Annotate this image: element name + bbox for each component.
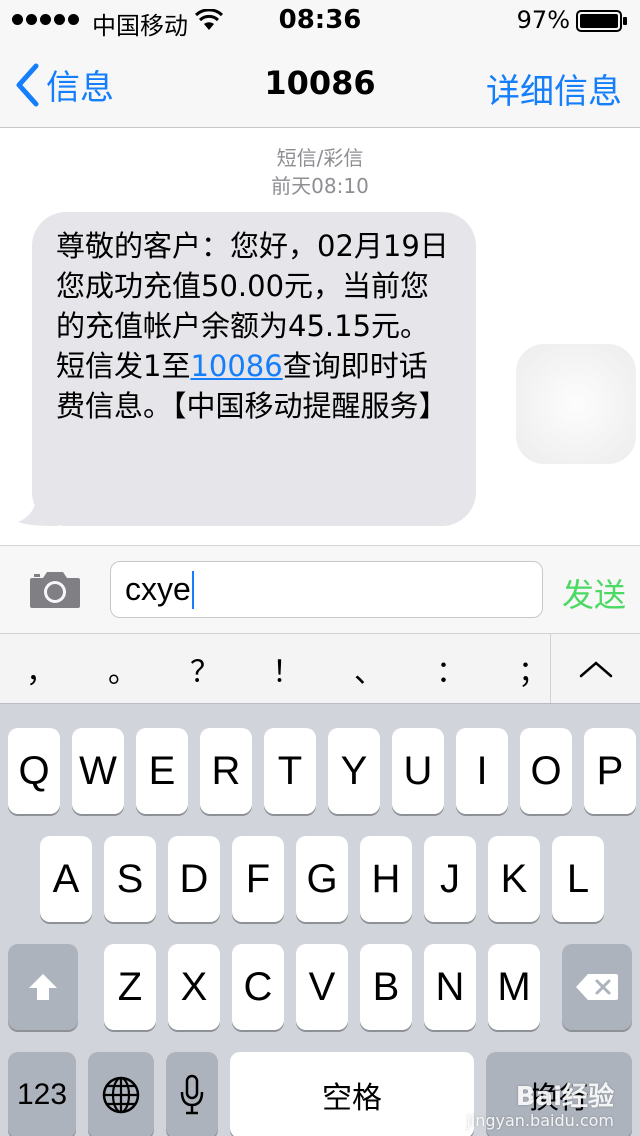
- shift-icon: [29, 974, 57, 1000]
- globe-icon: [102, 1076, 140, 1114]
- key-p[interactable]: P: [584, 728, 636, 814]
- phone-number-link[interactable]: 10086: [190, 349, 282, 383]
- key-l[interactable]: L: [552, 836, 604, 922]
- back-button-label: 信息: [46, 68, 114, 108]
- status-bar: 中国移动 08:36 97%: [0, 0, 640, 40]
- blurred-overlay: [516, 344, 636, 464]
- key-c[interactable]: C: [232, 944, 284, 1030]
- key-j[interactable]: J: [424, 836, 476, 922]
- delete-key[interactable]: [562, 944, 632, 1030]
- key-q[interactable]: Q: [8, 728, 60, 814]
- key-e[interactable]: E: [136, 728, 188, 814]
- watermark-logo-2: 经验: [561, 1082, 614, 1112]
- key-y[interactable]: Y: [328, 728, 380, 814]
- chevron-up-icon: [579, 661, 612, 678]
- message-bubble: 尊敬的客户：您好，02月19日您成功充值50.00元，当前您的充值帐户余额为45…: [32, 212, 476, 526]
- back-button[interactable]: 信息: [14, 60, 114, 109]
- message-timestamp: 前天08:10: [271, 174, 369, 198]
- punct-colon-key[interactable]: ：: [410, 634, 492, 704]
- send-button[interactable]: 发送: [562, 570, 626, 616]
- key-a[interactable]: A: [40, 836, 92, 922]
- key-t[interactable]: T: [264, 728, 316, 814]
- message-thread[interactable]: 短信/彩信 前天08:10 尊敬的客户：您好，02月19日您成功充值50.00元…: [0, 128, 640, 545]
- navigation-bar: 信息 10086 详细信息: [0, 40, 640, 128]
- key-s[interactable]: S: [104, 836, 156, 922]
- key-d[interactable]: D: [168, 836, 220, 922]
- message-input[interactable]: cxye: [110, 561, 543, 618]
- incoming-message[interactable]: 尊敬的客户：您好，02月19日您成功充值50.00元，当前您的充值帐户余额为45…: [18, 212, 478, 526]
- dictation-key[interactable]: [166, 1052, 218, 1136]
- watermark-url: jingyan.baidu.com: [466, 1111, 614, 1130]
- watermark-logo: Bai: [515, 1082, 562, 1112]
- details-button[interactable]: 详细信息: [486, 64, 622, 113]
- shift-key[interactable]: [8, 944, 78, 1030]
- expand-punctuation-button[interactable]: [550, 634, 640, 704]
- keyboard: Q W E R T Y U I O P A S D F G H J K L Z …: [0, 703, 640, 1136]
- compose-bar: cxye 发送: [0, 545, 640, 633]
- watermark: Bai经验 jingyan.baidu.com: [466, 1082, 614, 1130]
- key-f[interactable]: F: [232, 836, 284, 922]
- key-r[interactable]: R: [200, 728, 252, 814]
- punct-comma-key[interactable]: ，: [0, 634, 82, 704]
- microphone-icon: [180, 1074, 204, 1115]
- globe-key[interactable]: [88, 1052, 154, 1136]
- key-u[interactable]: U: [392, 728, 444, 814]
- back-chevron-icon: [16, 63, 39, 106]
- key-g[interactable]: G: [296, 836, 348, 922]
- battery-icon: [576, 10, 627, 32]
- key-w[interactable]: W: [72, 728, 124, 814]
- space-key[interactable]: 空格: [230, 1052, 474, 1136]
- punctuation-row: ， 。 ？ ！ 、 ： ；: [0, 633, 640, 704]
- delete-icon: [576, 974, 618, 1000]
- punct-exclamation-key[interactable]: ！: [246, 634, 328, 704]
- key-b[interactable]: B: [360, 944, 412, 1030]
- camera-icon[interactable]: [28, 568, 82, 610]
- key-k[interactable]: K: [488, 836, 540, 922]
- punct-enum-comma-key[interactable]: 、: [328, 634, 410, 704]
- key-x[interactable]: X: [168, 944, 220, 1030]
- text-cursor: [191, 570, 194, 609]
- message-input-value: cxye: [125, 571, 191, 607]
- battery-percentage: 97%: [516, 6, 570, 34]
- key-o[interactable]: O: [520, 728, 572, 814]
- key-v[interactable]: V: [296, 944, 348, 1030]
- key-n[interactable]: N: [424, 944, 476, 1030]
- key-m[interactable]: M: [488, 944, 540, 1030]
- punct-question-key[interactable]: ？: [164, 634, 246, 704]
- punct-period-key[interactable]: 。: [82, 634, 164, 704]
- message-type-label: 短信/彩信: [276, 146, 364, 170]
- key-h[interactable]: H: [360, 836, 412, 922]
- key-z[interactable]: Z: [104, 944, 156, 1030]
- key-i[interactable]: I: [456, 728, 508, 814]
- numbers-key[interactable]: 123: [8, 1052, 76, 1136]
